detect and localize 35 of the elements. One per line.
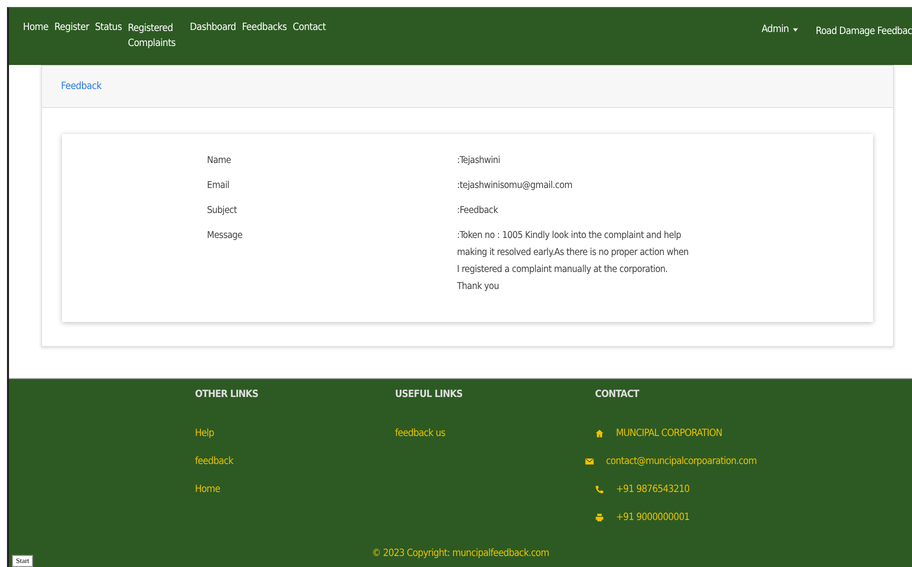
caret-icon bbox=[792, 28, 798, 32]
field-label: Name bbox=[207, 154, 232, 168]
field-value: :Token no : 1005 Kindly look into the complaint and help making it resolved early.As there is no proper action when I registered a complaint manually at the corporation. Thank you bbox=[457, 229, 690, 294]
user-menu[interactable]: Admin bbox=[762, 22, 798, 37]
phone-icon bbox=[595, 484, 604, 494]
email-icon bbox=[585, 456, 594, 466]
nav-link[interactable]: Contact bbox=[292, 22, 326, 51]
column-heading: USEFUL LINKS bbox=[395, 389, 464, 400]
home-icon bbox=[595, 428, 604, 438]
feedback-link[interactable]: Feedback bbox=[61, 81, 102, 92]
nav-link[interactable]: Dashboard bbox=[190, 22, 236, 51]
nav-link[interactable]: Status bbox=[94, 22, 122, 51]
field-label: Subject bbox=[207, 204, 238, 218]
contact-text: contact@muncipalcorpoaration.com bbox=[606, 456, 757, 466]
nav-link[interactable]: Registered Complaints bbox=[128, 21, 174, 51]
field-label: Email bbox=[207, 179, 230, 193]
print-icon bbox=[595, 512, 604, 522]
footer-link[interactable]: Home bbox=[195, 484, 220, 494]
brand-link[interactable]: Road Damage Feedbac bbox=[816, 22, 912, 37]
field-value: :Feedback bbox=[457, 204, 499, 218]
column-heading: OTHER LINKS bbox=[195, 389, 260, 400]
copyright-text: © 2023 Copyright: muncipalfeedback.com bbox=[372, 548, 549, 559]
footer-link[interactable]: feedback bbox=[195, 456, 234, 466]
footer-link[interactable]: feedback us bbox=[395, 428, 446, 438]
contact-text: +91 9000000001 bbox=[616, 512, 690, 522]
field-value: :tejashwinisomu@gmail.com bbox=[457, 179, 574, 193]
nav-link[interactable]: Register bbox=[54, 22, 89, 51]
field-label: Message bbox=[207, 229, 244, 243]
contact-text: +91 9876543210 bbox=[616, 484, 690, 494]
field-value: :Tejashwini bbox=[457, 154, 502, 168]
nav-link[interactable]: Feedbacks bbox=[242, 22, 287, 51]
nav-link[interactable]: Home bbox=[23, 22, 48, 51]
footer-link[interactable]: Help bbox=[195, 428, 214, 438]
column-heading: CONTACT bbox=[595, 389, 640, 400]
contact-text: MUNCIPAL CORPORATION bbox=[616, 428, 722, 438]
